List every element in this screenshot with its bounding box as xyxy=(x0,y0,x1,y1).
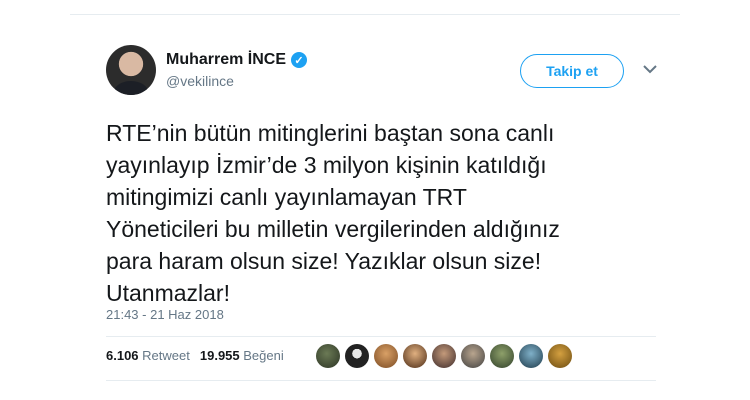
user-name-row: Muharrem İNCE ✓ xyxy=(166,51,308,69)
like-count: 19.955 xyxy=(199,348,240,363)
liker-avatar[interactable] xyxy=(403,344,427,368)
user-handle[interactable]: @vekilince xyxy=(166,73,234,89)
divider xyxy=(106,336,656,337)
top-divider xyxy=(70,14,680,15)
user-name[interactable]: Muharrem İNCE xyxy=(166,51,286,69)
liker-avatar[interactable] xyxy=(490,344,514,368)
verified-badge-icon: ✓ xyxy=(291,52,308,68)
follow-button[interactable]: Takip et xyxy=(520,54,624,88)
tweet-stats: 6.106 Retweet 19.955 Beğeni xyxy=(106,348,284,363)
chevron-down-icon[interactable] xyxy=(642,61,658,77)
tweet-card: Muharrem İNCE ✓ @vekilince Takip et RTE’… xyxy=(70,14,680,390)
like-stat[interactable]: 19.955 Beğeni xyxy=(200,348,284,363)
liker-avatars xyxy=(316,344,572,368)
liker-avatar[interactable] xyxy=(432,344,456,368)
liker-avatar[interactable] xyxy=(345,344,369,368)
divider xyxy=(106,380,656,381)
like-label: Beğeni xyxy=(243,348,284,363)
tweet-timestamp[interactable]: 21:43 - 21 Haz 2018 xyxy=(106,307,224,322)
retweet-label: Retweet xyxy=(142,348,190,363)
liker-avatar[interactable] xyxy=(461,344,485,368)
retweet-count: 6.106 xyxy=(106,348,139,363)
liker-avatar[interactable] xyxy=(519,344,543,368)
retweet-stat[interactable]: 6.106 Retweet xyxy=(106,348,190,363)
avatar[interactable] xyxy=(106,45,156,95)
liker-avatar[interactable] xyxy=(316,344,340,368)
tweet-text: RTE’nin bütün mitinglerini baştan sona c… xyxy=(106,120,560,306)
liker-avatar[interactable] xyxy=(548,344,572,368)
liker-avatar[interactable] xyxy=(374,344,398,368)
